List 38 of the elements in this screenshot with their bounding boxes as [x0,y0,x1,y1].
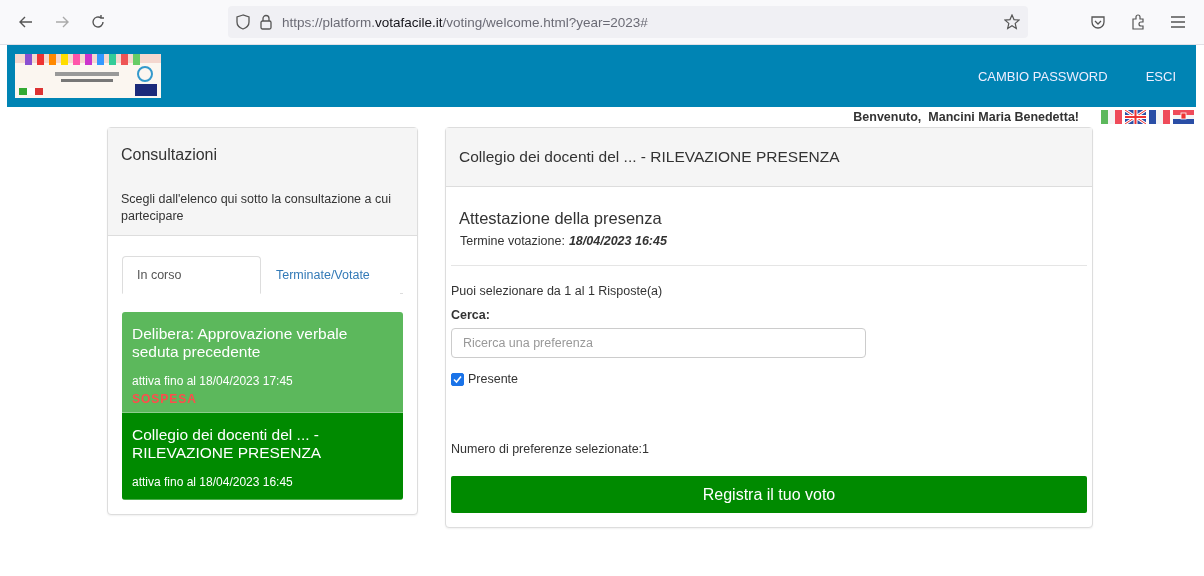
consultation-title: Collegio dei docenti del ... - RILEVAZIONE PRESENZA [132,426,323,462]
consultation-deadline: attiva fino al 18/04/2023 16:45 [132,475,294,489]
flag-icon[interactable] [1149,110,1170,124]
header-link[interactable]: ESCI [1133,68,1188,84]
consultation-item[interactable]: Delibera: Approvazione verbale seduta precedente attiva fino al 18/04/2023 17:45 SOSPESA [122,312,403,413]
star-icon[interactable] [1004,14,1020,30]
selection-count: Numero di preferenze selezionate:1 [451,442,651,456]
back-icon[interactable] [18,14,34,30]
consultation-item[interactable]: Collegio dei docenti del ... - RILEVAZIONE PRESENZA attiva fino al 18/04/2023 16:45 [122,413,403,500]
puzzle-icon[interactable] [1130,14,1146,30]
lock-icon [260,14,272,30]
instructions-text: Puoi selezionare da 1 al 1 Risposte(a) [451,284,664,298]
welcome-text: Benvenuto, Mancini Maria Benedetta! [853,110,1079,124]
tab[interactable]: In corso [122,256,261,294]
checkbox[interactable] [451,372,464,386]
address-bar[interactable]: https://platform.votafacile.it/voting/welcome.html?year=2023# [228,6,1028,38]
header-link[interactable]: CAMBIO PASSWORD [965,68,1120,84]
panel-description: Scegli dall'elenco qui sotto la consultazione a cui partecipare [121,191,392,225]
reload-icon[interactable] [90,14,106,30]
panel-title: Consultazioni [121,146,219,164]
status-label: SOSPESA [132,392,199,406]
flag-icon[interactable] [1101,110,1122,124]
url-text: https://platform.votafacile.it/voting/welcome.html?year=2023# [282,14,649,30]
shield-icon[interactable] [236,14,250,30]
flag-icon[interactable] [1125,110,1146,124]
pocket-icon[interactable] [1090,14,1106,30]
deadline-value: 18/04/2023 16:45 [568,234,667,248]
flag-icon[interactable] [1173,110,1194,124]
search-label: Cerca: [451,308,491,322]
consultation-title: Delibera: Approvazione verbale seduta precedente [132,325,349,361]
panel-title: Collegio dei docenti del ... - RILEVAZIONE PRESENZA [459,147,841,167]
consultation-deadline: attiva fino al 18/04/2023 17:45 [132,374,294,388]
submit-button[interactable]: Registra il tuo voto [451,476,1087,513]
section-title: Attestazione della presenza [459,209,663,228]
menu-icon[interactable] [1170,15,1186,29]
option-label: Presente [468,372,519,386]
search-field[interactable]: Ricerca una preferenza [451,328,866,358]
deadline-label: Termine votazione: [460,234,565,248]
